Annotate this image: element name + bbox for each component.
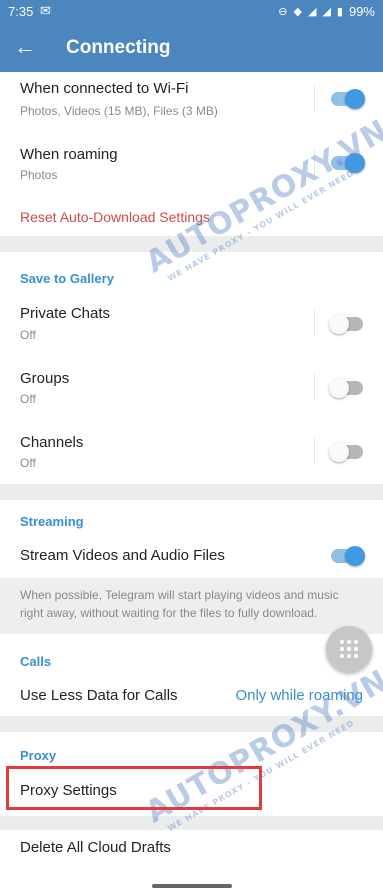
groups-title: Groups (20, 370, 70, 387)
toggle-knob (345, 153, 365, 173)
status-icons: ⊖ ◆ ◢ ◢ ▮ 99% (278, 4, 375, 19)
row-divider (314, 374, 315, 400)
toggle-knob (329, 314, 349, 334)
wifi-auto-download-row[interactable]: When connected to Wi-Fi Photos, Videos (… (0, 72, 383, 132)
stream-videos-title: Stream Videos and Audio Files (20, 547, 225, 564)
row-divider (314, 310, 315, 336)
roaming-subtitle: Photos (20, 168, 58, 182)
signal-icon: ◢ (307, 6, 317, 18)
less-data-calls-value: Only while roaming (235, 687, 363, 704)
reset-auto-download-row[interactable]: Reset Auto-Download Settings (0, 188, 383, 236)
toggle-knob (329, 442, 349, 462)
gallery-header: Save to Gallery (20, 271, 114, 286)
section-gap (0, 236, 383, 252)
groups-toggle[interactable] (329, 378, 363, 398)
less-data-calls-row[interactable]: Use Less Data for Calls Only while roami… (0, 674, 383, 716)
wifi-toggle[interactable] (331, 89, 365, 109)
channels-subtitle: Off (20, 456, 36, 470)
battery-level: 99% (348, 4, 375, 19)
wifi-icon: ◆ (293, 6, 302, 18)
streaming-info-text: When possible, Telegram will start playi… (0, 578, 383, 634)
dnd-icon: ⊖ (278, 6, 288, 18)
stream-videos-toggle[interactable] (331, 546, 365, 566)
private-chats-subtitle: Off (20, 328, 36, 342)
battery-icon: ▮ (336, 6, 343, 18)
page-title: Connecting (66, 37, 171, 58)
channels-toggle[interactable] (329, 442, 363, 462)
status-bar: 7:35 ✉ ⊖ ◆ ◢ ◢ ▮ 99% (0, 0, 383, 24)
row-divider (314, 150, 315, 176)
wifi-title: When connected to Wi-Fi (20, 80, 189, 97)
section-gap (0, 484, 383, 500)
gallery-channels-row[interactable]: Channels Off (0, 420, 383, 484)
streaming-header: Streaming (20, 514, 84, 529)
calls-header-row: Calls (0, 634, 383, 674)
gallery-header-row: Save to Gallery (0, 252, 383, 292)
proxy-header: Proxy (20, 748, 57, 763)
private-chats-title: Private Chats (20, 305, 111, 322)
toggle-knob (345, 89, 365, 109)
gmail-icon: ✉ (40, 3, 51, 18)
gallery-groups-row[interactable]: Groups Off (0, 356, 383, 420)
groups-subtitle: Off (20, 392, 36, 406)
app-toolbar: ← Connecting (0, 24, 383, 72)
wifi-subtitle: Photos, Videos (15 MB), Files (3 MB) (20, 104, 218, 118)
reset-auto-download-link: Reset Auto-Download Settings (20, 209, 210, 225)
channels-title: Channels (20, 434, 84, 451)
toggle-knob (329, 378, 349, 398)
toggle-knob (345, 546, 365, 566)
roaming-toggle[interactable] (331, 153, 365, 173)
roaming-title: When roaming (20, 146, 118, 163)
calls-header: Calls (20, 654, 52, 669)
delete-cloud-drafts-row[interactable]: Delete All Cloud Drafts (0, 830, 383, 878)
gesture-nav-bar[interactable] (152, 884, 232, 888)
signal-icon: ◢ (322, 6, 331, 18)
proxy-settings-highlight (6, 766, 262, 810)
status-time: 7:35 (8, 4, 34, 19)
section-gap (0, 716, 383, 732)
streaming-header-row: Streaming (0, 500, 383, 538)
gallery-private-chats-row[interactable]: Private Chats Off (0, 292, 383, 356)
delete-cloud-drafts-label: Delete All Cloud Drafts (20, 839, 171, 856)
back-arrow-icon[interactable]: ← (14, 34, 36, 60)
stream-videos-row[interactable]: Stream Videos and Audio Files (0, 538, 383, 578)
proxy-header-row: Proxy (0, 732, 383, 766)
dots-grid-icon (340, 640, 358, 658)
section-gap (0, 816, 383, 830)
roaming-auto-download-row[interactable]: When roaming Photos (0, 132, 383, 188)
less-data-calls-title: Use Less Data for Calls (20, 687, 178, 704)
private-chats-toggle[interactable] (329, 314, 363, 334)
row-divider (314, 86, 315, 112)
row-divider (314, 438, 315, 464)
floating-menu-button[interactable] (326, 626, 372, 672)
